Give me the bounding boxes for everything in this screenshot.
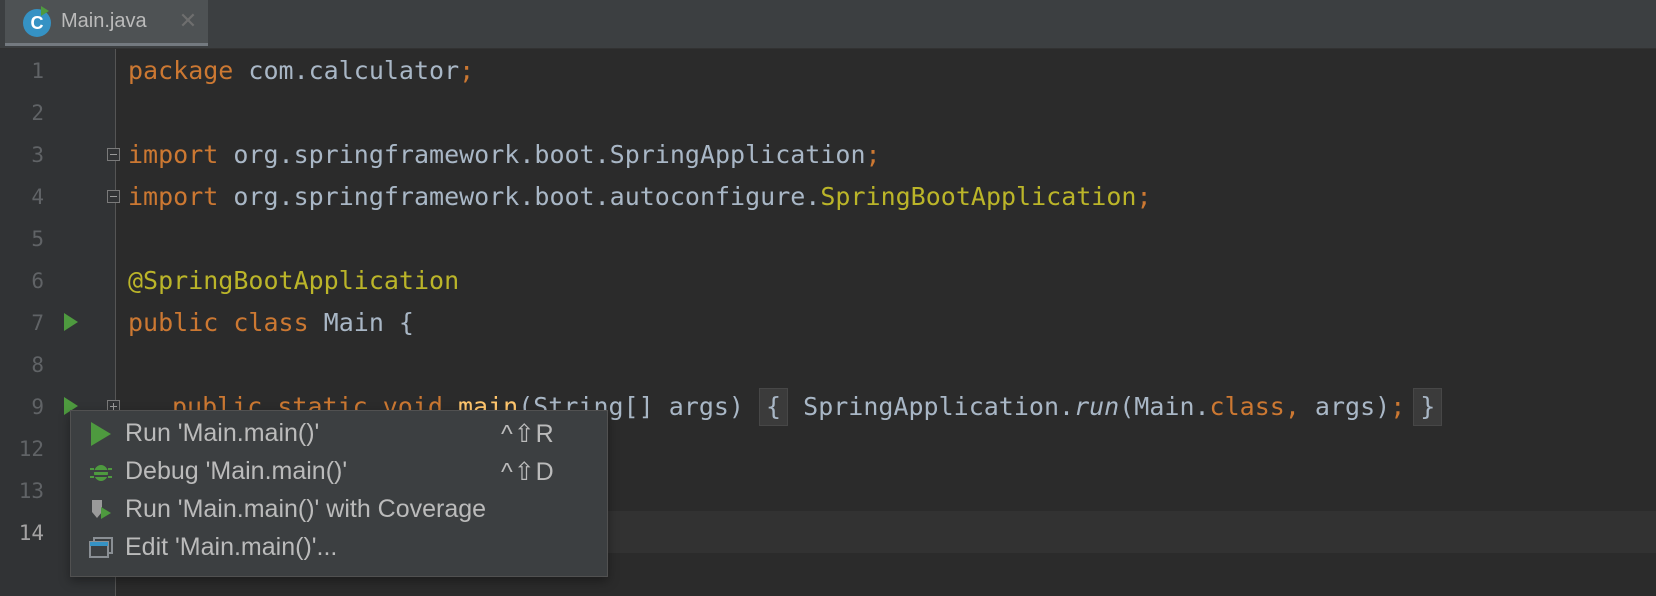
code-line-7[interactable]: public class Main { — [128, 302, 414, 344]
code-text: org.springframework.boot.autoconfigure. — [218, 182, 821, 211]
line-number-current: 14 — [18, 521, 44, 545]
line-number: 8 — [31, 353, 44, 377]
code-line-6[interactable]: @SpringBootApplication — [128, 260, 459, 302]
annotation-name: SpringBootApplication — [820, 182, 1137, 211]
fold-marker-icon[interactable] — [107, 148, 120, 161]
close-icon[interactable]: ✕ — [178, 9, 198, 33]
run-icon — [91, 422, 111, 446]
menu-item-label: Run 'Main.main()' — [125, 419, 320, 447]
code-line-4[interactable]: import org.springframework.boot.autoconf… — [128, 176, 1152, 218]
menu-item-label: Edit 'Main.main()'... — [125, 533, 338, 561]
line-number: 4 — [31, 185, 44, 209]
keyword: package — [128, 56, 234, 85]
menu-item-run-coverage[interactable]: Run 'Main.main()' with Coverage — [71, 491, 607, 529]
menu-item-edit-config[interactable]: Edit 'Main.main()'... — [71, 529, 607, 567]
annotation: @SpringBootApplication — [128, 266, 460, 295]
keyword: class — [1209, 392, 1285, 421]
semicolon: ; — [459, 56, 475, 85]
menu-item-label: Run 'Main.main()' with Coverage — [125, 495, 487, 523]
semicolon: ; — [865, 140, 881, 169]
static-method-call: run — [1074, 392, 1120, 421]
code-text: org.springframework.boot.SpringApplicati… — [218, 140, 866, 169]
comma: , — [1284, 392, 1300, 421]
run-gutter-icon[interactable] — [64, 313, 78, 331]
keyword: import — [128, 140, 219, 169]
fold-marker-icon[interactable] — [107, 190, 120, 203]
editor-tab-bar: C Main.java ✕ — [0, 0, 1656, 49]
keyword: import — [128, 182, 219, 211]
keyword: public — [128, 308, 219, 337]
debug-icon — [90, 465, 112, 481]
line-number: 12 — [18, 437, 44, 461]
semicolon: ; — [1390, 392, 1406, 421]
tab-main-java[interactable]: C Main.java ✕ — [5, 0, 208, 46]
menu-item-shortcut: ^⇧D — [501, 458, 555, 486]
tab-label: Main.java — [61, 10, 147, 32]
line-number: 1 — [31, 59, 44, 83]
keyword: class — [218, 308, 309, 337]
line-number: 3 — [31, 143, 44, 167]
line-number: 5 — [31, 227, 44, 251]
code-text: com.calculator — [233, 56, 460, 85]
folded-brace-close[interactable]: } — [1413, 388, 1443, 426]
code-text: SpringApplication. — [788, 392, 1075, 421]
line-number: 9 — [31, 395, 44, 419]
run-context-popup: Run 'Main.main()' ^⇧R Debug 'Main.main()… — [70, 410, 608, 577]
menu-item-debug[interactable]: Debug 'Main.main()' ^⇧D — [71, 453, 607, 491]
menu-item-run[interactable]: Run 'Main.main()' ^⇧R — [71, 415, 607, 453]
line-number: 7 — [31, 311, 44, 335]
coverage-icon — [92, 500, 111, 519]
menu-item-shortcut: ^⇧R — [501, 420, 555, 448]
runnable-badge-icon — [41, 6, 49, 16]
line-number: 2 — [31, 101, 44, 125]
code-text: (Main. — [1119, 392, 1210, 421]
line-number: 13 — [18, 479, 44, 503]
code-line-1[interactable]: package com.calculator; — [128, 50, 474, 92]
edit-config-icon — [89, 537, 113, 558]
folded-brace-open[interactable]: { — [759, 388, 789, 426]
code-text: args) — [1299, 392, 1391, 421]
semicolon: ; — [1136, 182, 1152, 211]
code-text: Main { — [308, 308, 414, 337]
menu-item-label: Debug 'Main.main()' — [125, 457, 348, 485]
line-number: 6 — [31, 269, 44, 293]
code-line-3[interactable]: import org.springframework.boot.SpringAp… — [128, 134, 881, 176]
